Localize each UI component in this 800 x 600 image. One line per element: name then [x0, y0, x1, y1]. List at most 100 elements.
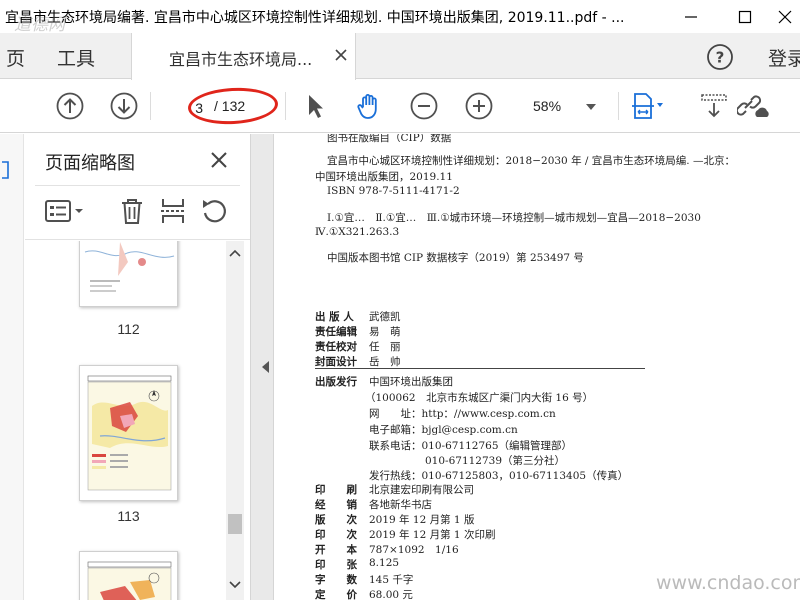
scroll-down-icon[interactable] [226, 576, 244, 594]
window-titlebar: 宜昌市生态环境局编著. 宜昌市中心城区环境控制性详细规划. 中国环境出版集团, … [0, 0, 800, 35]
credit-value: 岳 帅 [369, 356, 401, 368]
menu-home[interactable]: 页 [6, 44, 25, 71]
thumbnail-page-number: 113 [117, 508, 140, 524]
publisher-line: 联系电话：010-67112765（编辑管理部） [369, 440, 573, 452]
credit-label: 责任编辑 [315, 326, 357, 338]
help-icon[interactable]: ? [706, 43, 734, 71]
close-window-button[interactable] [770, 0, 800, 33]
spec-label: 版 次 [315, 514, 357, 526]
left-navigation-strip [0, 134, 24, 600]
thumbnail-map-image [87, 375, 172, 491]
divider [35, 185, 240, 186]
toolbar-separator [150, 92, 151, 120]
publisher-line: 中国环境出版集团 [369, 376, 453, 388]
publisher-line: （100062 北京市东城区广渠门内大街 16 号） [365, 392, 594, 404]
tab-bar: 页 工具 宜昌市生态环境局... ? 登录 [0, 33, 800, 80]
spec-value: 2019 年 12 月第 1 版 [369, 514, 475, 526]
thumbnail-map-image [87, 561, 172, 600]
publisher-label: 出版发行 [315, 376, 357, 388]
zoom-in-icon[interactable] [464, 91, 494, 121]
thumbnail-options-icon[interactable] [43, 196, 87, 226]
window-title: 宜昌市生态环境局编著. 宜昌市中心城区环境控制性详细规划. 中国环境出版集团, … [5, 10, 625, 26]
rotate-icon[interactable] [199, 196, 229, 226]
hand-tool-icon[interactable] [354, 91, 384, 121]
thumbnail-page-number: 112 [117, 321, 140, 337]
spec-label: 定 价 [315, 589, 357, 600]
main-toolbar [0, 80, 800, 133]
publisher-line: 发行热线：010-67125803，010-67113405（传真） [369, 470, 629, 482]
credit-label: 出 版 人 [315, 311, 354, 323]
thumbnail-page-114[interactable] [79, 551, 178, 600]
spec-value: 各地新华书店 [369, 499, 432, 511]
site-watermark: www.cndao.com [656, 572, 800, 594]
publisher-line: 电子邮箱：bjgl@cesp.com.cn [369, 424, 518, 436]
page-thumbnails-panel: 页面缩略图 112 113 [25, 134, 250, 600]
svg-text:?: ? [716, 49, 725, 67]
spec-value: 2019 年 12 月第 1 次印刷 [369, 529, 496, 541]
zoom-level-select[interactable]: 58% [533, 98, 561, 114]
page-thumbnails-nav-icon[interactable] [0, 160, 10, 180]
panel-title: 页面缩略图 [45, 153, 135, 174]
credit-value: 武德凯 [369, 311, 401, 323]
watermark-logo: 道德网 [14, 15, 65, 35]
publisher-line: 010-67112739（第三分社） [425, 455, 566, 467]
spec-value: 8.125 [369, 557, 400, 569]
spec-label: 开 本 [315, 544, 357, 556]
document-tab-label: 宜昌市生态环境局... [169, 50, 313, 69]
scroll-mode-icon[interactable] [699, 91, 729, 121]
cip-line: 中国版本图书馆 CIP 数据核字（2019）第 253497 号 [327, 252, 584, 264]
thumbnail-page-112[interactable] [79, 241, 178, 307]
thumbnail-list: 112 113 [25, 241, 250, 600]
next-page-icon[interactable] [109, 91, 139, 121]
document-tab[interactable]: 宜昌市生态环境局... [131, 33, 356, 80]
scroll-up-icon[interactable] [226, 244, 244, 262]
toolbar-separator [285, 92, 286, 120]
credit-value: 易 萌 [369, 326, 401, 338]
close-icon [778, 10, 792, 23]
zoom-out-icon[interactable] [409, 91, 439, 121]
credit-label: 责任校对 [315, 341, 357, 353]
share-link-icon[interactable] [737, 91, 771, 121]
cip-header: 图书在版编目（CIP）数据 [327, 134, 452, 144]
credit-label: 封面设计 [315, 356, 357, 368]
close-panel-icon[interactable] [209, 150, 229, 170]
cip-line: ISBN 978-7-5111-4171-2 [327, 185, 460, 197]
maximize-button[interactable] [722, 0, 768, 33]
spec-label: 经 销 [315, 499, 357, 511]
spec-label: 字 数 [315, 574, 357, 586]
credit-value: 任 丽 [369, 341, 401, 353]
thumbnail-scrollbar[interactable] [226, 241, 244, 600]
extract-pages-icon[interactable] [158, 196, 188, 226]
cip-line: 宜昌市中心城区环境控制性详细规划：2018−2030 年 / 宜昌市生态环境局编… [327, 155, 735, 167]
previous-page-icon[interactable] [55, 91, 85, 121]
select-cursor-icon[interactable] [300, 91, 330, 121]
fit-page-icon[interactable] [630, 91, 664, 121]
spec-value: 北京建宏印刷有限公司 [369, 484, 474, 496]
cip-line: Ⅳ.①X321.263.3 [315, 226, 400, 238]
minimize-icon [685, 15, 697, 18]
cip-line: Ⅰ.①宜… Ⅱ.①宜… Ⅲ.①城市环境—环境控制—城市规划—宜昌—2018−20… [327, 212, 701, 224]
minimize-button[interactable] [668, 0, 714, 33]
divider [315, 368, 645, 369]
spec-value: 145 千字 [369, 574, 414, 586]
spec-value: 787×1092 1/16 [369, 544, 459, 556]
thumbnail-page-113[interactable] [79, 365, 178, 501]
spec-label: 印 张 [315, 559, 357, 571]
tab-close-icon[interactable] [332, 46, 350, 64]
thumbnail-map-image [84, 242, 175, 292]
spec-label: 印 次 [315, 529, 357, 541]
sign-in-link[interactable]: 登录 [768, 44, 800, 71]
spec-label: 印 刷 [315, 484, 357, 496]
publisher-line: 网 址：http：//www.cesp.com.cn [369, 408, 556, 420]
collapse-panel-icon[interactable] [262, 361, 269, 373]
trash-icon[interactable] [117, 196, 147, 226]
toolbar-separator [618, 92, 619, 120]
menu-tools[interactable]: 工具 [57, 44, 95, 71]
scrollbar-thumb[interactable] [228, 514, 242, 534]
cip-line: 中国环境出版集团，2019.11 [315, 171, 453, 183]
document-page-view: 图书在版编目（CIP）数据 宜昌市中心城区环境控制性详细规划：2018−2030… [275, 134, 800, 600]
maximize-icon [738, 10, 752, 23]
chevron-down-icon[interactable] [586, 104, 596, 110]
spec-value: 68.00 元 [369, 589, 413, 600]
divider [25, 239, 250, 240]
